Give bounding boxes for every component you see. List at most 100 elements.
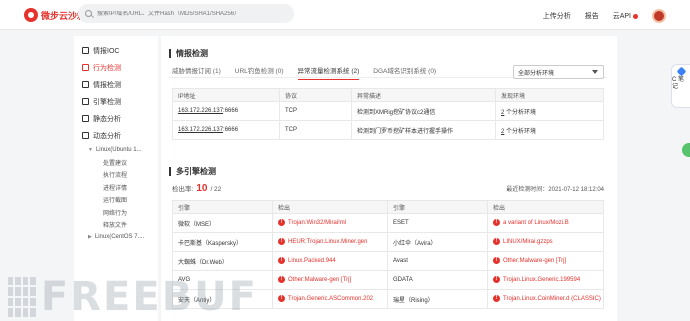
search-box[interactable] <box>78 4 294 23</box>
engine-name: 瑞星（Rising） <box>387 289 488 309</box>
sidebar-item-static[interactable]: 静态分析 <box>74 110 158 127</box>
nav-upload-analysis[interactable]: 上传分析 <box>543 11 571 21</box>
notes-float-tab[interactable]: C 笔 记 <box>671 64 690 108</box>
col-env: 发现环境 <box>495 88 604 102</box>
search-input[interactable] <box>97 10 287 17</box>
sidebar-leaf-advice[interactable]: 处置建议 <box>74 156 158 169</box>
sidebar-leaf-flow[interactable]: 执行流程 <box>74 169 158 182</box>
sidebar-env-label: Linux(CentOS 7.... <box>94 234 145 240</box>
search-icon <box>85 10 92 17</box>
engine-icon <box>82 98 89 105</box>
alert-icon: ! <box>278 257 285 265</box>
sidebar-item-dynamic[interactable]: 动态分析 <box>74 127 158 144</box>
sidebar-item-intel-detect[interactable]: 情报检测 <box>74 76 158 93</box>
sidebar-leaf-screenshot[interactable]: 运行截图 <box>74 194 158 207</box>
sidebar-env-centos[interactable]: ▶ Linux(CentOS 7.... <box>74 231 158 243</box>
detection-cell: ! Trojan.Linux.Generic.199594 <box>487 270 604 290</box>
detection-rate-count: 10 <box>196 183 208 194</box>
caret-right-icon: ▶ <box>88 234 92 240</box>
detection-rate: 检出率: 10 / 22 <box>172 183 221 194</box>
env-select[interactable]: 全部分析环境 <box>513 65 604 79</box>
sidebar-env-ubuntu[interactable]: ▼ Linux(Ubuntu 1... <box>74 144 158 156</box>
chevron-down-icon <box>592 70 598 74</box>
sidebar-item-intel-ioc[interactable]: 情报IOC <box>74 42 158 59</box>
detection-result: HEUR:Trojan.Linux.Miner.gen <box>288 239 368 246</box>
watermark-logo-icon <box>8 276 36 317</box>
alert-icon: ! <box>493 238 500 246</box>
intel-section-title: 情报检测 <box>169 49 208 58</box>
env-count-text: 个分析环境 <box>504 128 537 135</box>
env-count-text: 个分析环境 <box>504 109 537 116</box>
col-engine: 引擎 <box>172 200 273 214</box>
table-row: 大蜘蛛（Dr.Web） ! Linux.Packed.944 Avast ! Oth… <box>172 251 604 271</box>
engines-section-title: 多引擎检测 <box>169 167 216 176</box>
detection-cell: ! LINUX/Mirai.gzzps <box>487 232 604 252</box>
protocol-cell: TCP <box>279 120 352 140</box>
detection-cell: ! HEUR:Trojan.Linux.Miner.gen <box>272 232 388 252</box>
port-text: :6666 <box>223 108 239 114</box>
sidebar-item-label: 行为检测 <box>93 64 121 72</box>
abnormal-traffic-table: IP地址 协议 异常描述 发现环境 163.172.226.137:6666 T… <box>172 88 604 140</box>
detection-cell: ! Trojan:Win32/Mirai!ml <box>272 213 388 233</box>
sidebar-item-label: 引擎检测 <box>93 98 121 106</box>
engine-name: Avast <box>387 251 488 271</box>
behavior-icon <box>82 64 89 71</box>
engine-name: GDATA <box>387 270 488 290</box>
ip-link[interactable]: 163.172.226.137 <box>178 108 223 114</box>
alert-icon: ! <box>493 276 500 284</box>
dynamic-icon <box>82 132 89 139</box>
protocol-cell: TCP <box>279 101 352 121</box>
detection-result: LINUX/Mirai.gzzps <box>503 239 553 246</box>
top-bar: 微步云沙箱 上传分析 报告 云API <box>0 0 690 30</box>
engine-name: 卡巴斯基（Kaspersky） <box>172 232 273 252</box>
chat-bubble-icon[interactable] <box>682 143 690 157</box>
engine-name: 小红伞（Avira） <box>387 232 488 252</box>
ip-cell: 163.172.226.137:6666 <box>172 120 280 140</box>
detection-rate-label: 检出率: <box>172 186 194 193</box>
sidebar-item-label: 情报IOC <box>93 47 120 55</box>
nav-cloud-api[interactable]: 云API <box>613 11 638 21</box>
alert-icon: ! <box>493 295 500 303</box>
detection-cell: ! Other:Malware-gen [Trj] <box>487 251 604 271</box>
sidebar-leaf-process[interactable]: 进程详情 <box>74 181 158 194</box>
description-cell: 检测到XMRig挖矿协议c2通信 <box>351 101 496 121</box>
detection-result: a variant of Linux/Mozi.B <box>503 220 569 227</box>
detection-result: Other:Malware-gen [Trj] <box>503 258 567 265</box>
engine-name: 大蜘蛛（Dr.Web） <box>172 251 273 271</box>
sidebar-item-label: 动态分析 <box>93 132 121 140</box>
col-protocol: 协议 <box>279 88 352 102</box>
watermark: FREEBUF <box>8 272 258 321</box>
top-nav: 上传分析 报告 云API <box>543 9 666 23</box>
avatar[interactable] <box>652 9 666 23</box>
col-ip: IP地址 <box>172 88 280 102</box>
list-icon <box>82 47 89 54</box>
sidebar-item-engine-detect[interactable]: 引擎检测 <box>74 93 158 110</box>
alert-icon: ! <box>278 219 285 227</box>
sidebar-env-label: Linux(Ubuntu 1... <box>95 147 142 153</box>
sidebar-leaf-network[interactable]: 网络行为 <box>74 206 158 219</box>
logo-mark-icon <box>24 8 38 22</box>
logo[interactable]: 微步云沙箱 <box>24 8 86 22</box>
alert-icon: ! <box>278 238 285 246</box>
table-row: 163.172.226.137:6666 TCP 检测到门罗币挖矿样本进行握手操… <box>172 120 604 140</box>
env-select-value: 全部分析环境 <box>518 70 555 77</box>
engine-name: ESET <box>387 213 488 233</box>
notes-float-label: C 笔 记 <box>672 77 685 90</box>
table-row: 163.172.226.137:6666 TCP 检测到XMRig挖矿协议c2通… <box>172 101 604 121</box>
detection-result: Trojan.Linux.CoinMiner.d (CLASSIC) <box>503 296 601 303</box>
sidebar-item-behavior[interactable]: 行为检测 <box>74 59 158 76</box>
last-detection-time: 最近检测时间：2021-07-12 18:12:04 <box>506 187 604 193</box>
detection-result: Trojan:Win32/Mirai!ml <box>288 220 347 227</box>
alert-icon: ! <box>278 276 285 284</box>
port-text: :6666 <box>223 127 239 133</box>
detection-result: Other:Malware-gen [Trj] <box>288 277 352 284</box>
detection-cell: ! Trojan.Linux.CoinMiner.d (CLASSIC) <box>487 289 604 309</box>
table-row: 微软（MSE） ! Trojan:Win32/Mirai!ml ESET ! a v… <box>172 213 604 233</box>
detection-cell: ! Trojan.Generic.ASCommon.202 <box>272 289 388 309</box>
col-detection: 检出 <box>487 200 604 214</box>
sidebar-leaf-dropped-files[interactable]: 释放文件 <box>74 219 158 232</box>
detection-result: Linux.Packed.944 <box>288 258 336 265</box>
notes-icon <box>676 66 686 77</box>
ip-link[interactable]: 163.172.226.137 <box>178 127 223 133</box>
nav-report[interactable]: 报告 <box>585 11 599 21</box>
